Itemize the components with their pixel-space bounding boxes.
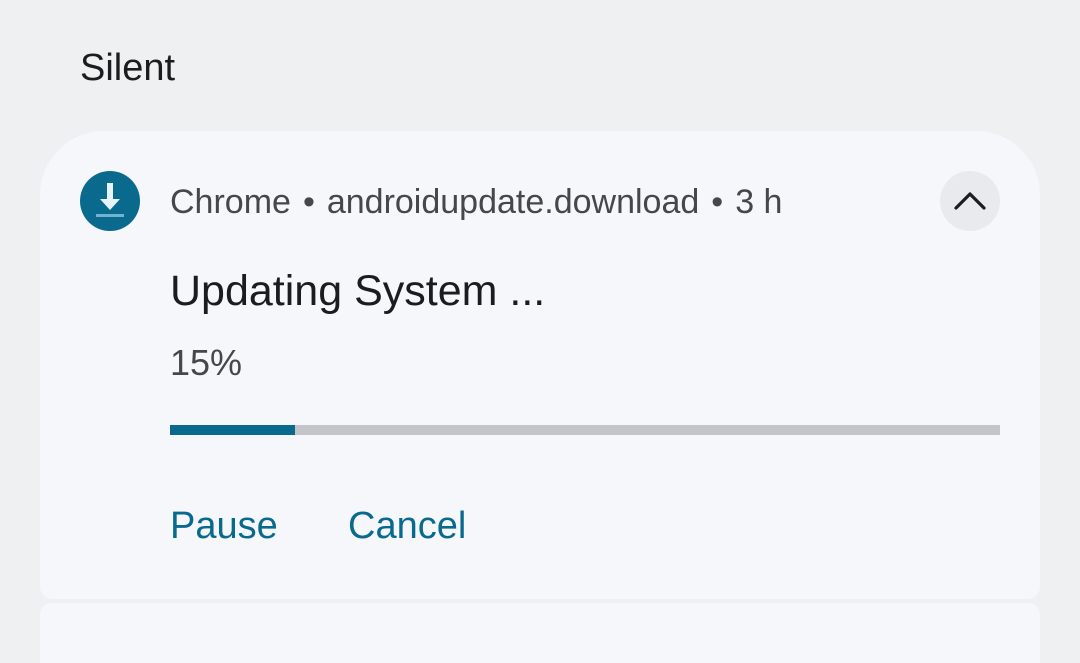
- notification-title: Updating System ...: [170, 267, 546, 315]
- chevron-up-icon: [954, 192, 986, 210]
- download-icon: [80, 171, 140, 231]
- next-notification-card[interactable]: [40, 603, 1040, 663]
- progress-percent: 15%: [170, 342, 243, 383]
- notification-card[interactable]: Chrome • androidupdate.download • 3 h Updati…: [40, 131, 1040, 599]
- header-separator: •: [302, 183, 315, 221]
- progress-bar: [170, 425, 1000, 435]
- pause-button[interactable]: Pause: [170, 501, 278, 551]
- collapse-button[interactable]: [940, 171, 1000, 231]
- cancel-button[interactable]: Cancel: [348, 501, 466, 551]
- progress-bar-fill: [170, 425, 295, 435]
- notification-source: androidupdate.download: [326, 183, 700, 221]
- notification-header: Chrome • androidupdate.download • 3 h: [170, 179, 782, 225]
- notification-time: 3 h: [735, 183, 783, 221]
- app-name: Chrome: [170, 183, 291, 221]
- download-arrow-glyph: [96, 183, 124, 217]
- header-separator: •: [711, 183, 724, 221]
- section-header-silent: Silent: [80, 47, 176, 89]
